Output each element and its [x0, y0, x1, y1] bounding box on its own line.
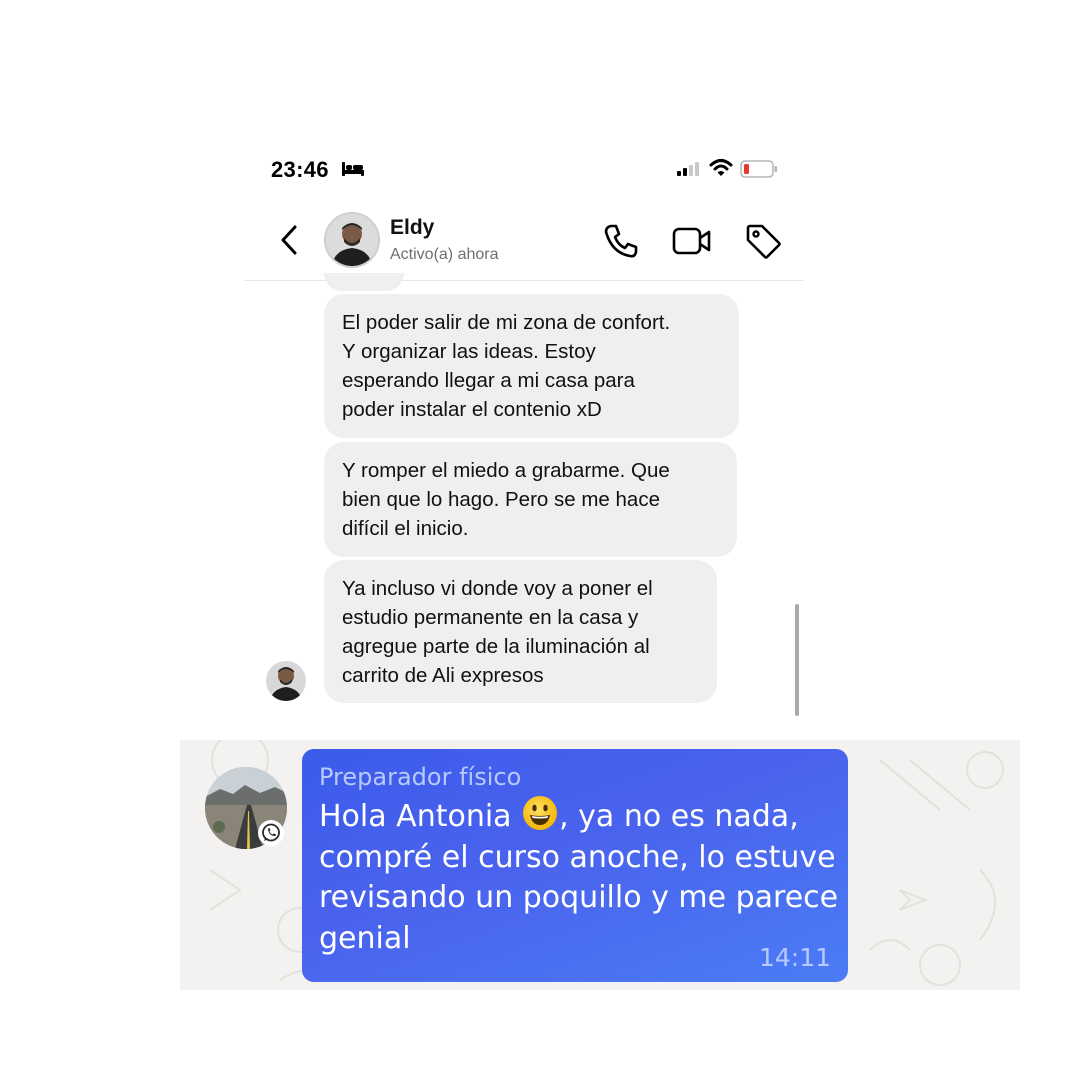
person-photo-icon [326, 214, 378, 266]
message-text-start: Hola Antonia [319, 799, 522, 834]
contact-avatar[interactable] [324, 212, 380, 268]
call-icon[interactable] [602, 222, 640, 260]
status-time: 23:46 [271, 157, 329, 182]
message-time: 14:11 [758, 943, 831, 972]
whatsapp-icon [262, 823, 280, 842]
whatsapp-message-screenshot: Preparador físico Hola Antonia , ya no e… [180, 740, 1020, 990]
whatsapp-badge [258, 820, 284, 846]
message-list: El poder salir de mi zona de confort. Y … [244, 273, 804, 720]
wifi-icon [709, 159, 733, 176]
message-text: Hola Antonia , ya no es nada, compré el … [319, 794, 839, 959]
status-bar: 23:46 [244, 140, 804, 200]
contact-name: Eldy [390, 216, 435, 239]
instagram-chat-screenshot: 23:46 Eldy Activo(a) ahora El poder sali… [244, 140, 804, 720]
scrollbar[interactable] [795, 604, 799, 716]
sender-name: Preparador físico [319, 763, 522, 791]
video-call-icon[interactable] [672, 224, 712, 258]
bed-icon [342, 162, 364, 176]
person-photo-icon [266, 661, 306, 701]
signal-icon [677, 162, 699, 176]
back-icon[interactable] [276, 222, 302, 258]
whatsapp-message-bubble[interactable]: Preparador físico Hola Antonia , ya no e… [302, 749, 848, 982]
chat-header: Eldy Activo(a) ahora [244, 200, 804, 281]
tag-icon[interactable] [744, 222, 782, 260]
message-bubble[interactable]: El poder salir de mi zona de confort. Y … [324, 294, 739, 438]
contact-status: Activo(a) ahora [390, 246, 499, 263]
message-bubble[interactable]: Ya incluso vi donde voy a poner el estud… [324, 560, 717, 703]
sender-avatar [266, 661, 306, 701]
message-bubble[interactable]: Y romper el miedo a grabarme. Que bien q… [324, 442, 737, 557]
smiling-face-emoji-icon [523, 796, 558, 830]
previous-message-bubble [324, 273, 404, 291]
battery-icon [740, 160, 777, 178]
